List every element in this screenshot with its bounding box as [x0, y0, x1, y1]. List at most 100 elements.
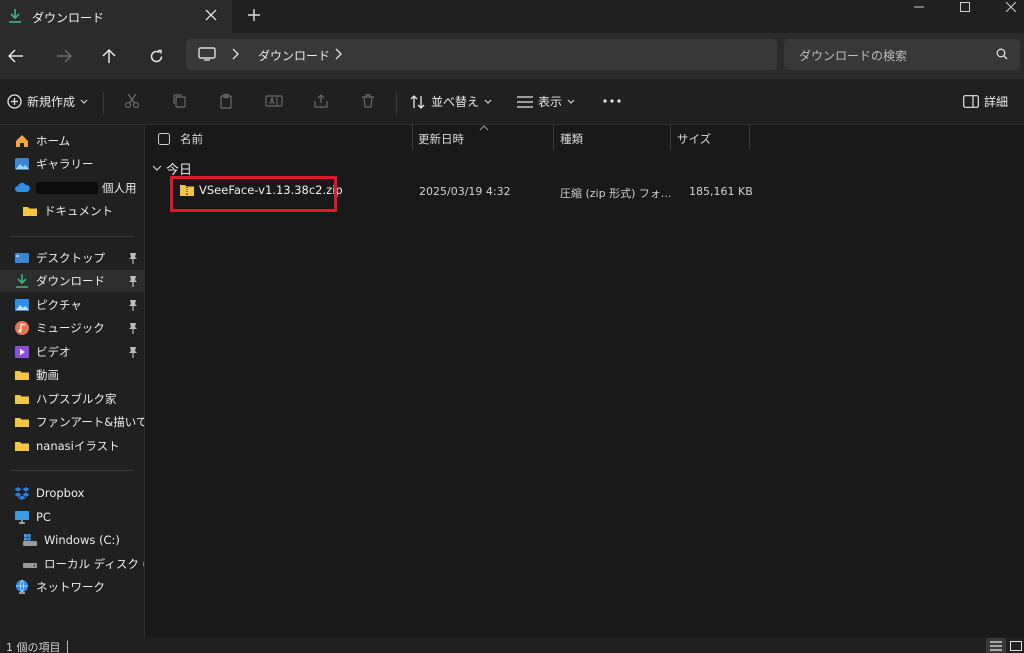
sidebar-item-documents[interactable]: ドキュメント [0, 200, 144, 222]
copy-icon[interactable] [171, 93, 187, 109]
folder-icon [22, 203, 38, 219]
sidebar-item-music[interactable]: ミュージック [0, 317, 144, 339]
refresh-icon[interactable] [145, 45, 167, 67]
sidebar-item-folder-douga[interactable]: 動画 [0, 364, 144, 386]
column-header-date[interactable]: 更新日時 [418, 128, 464, 150]
breadcrumb-downloads[interactable]: ダウンロード [258, 47, 330, 64]
search-input[interactable]: ダウンロードの検索 [799, 47, 907, 64]
minimize-icon[interactable] [896, 0, 942, 14]
sidebar-item-network[interactable]: ネットワーク [0, 576, 144, 598]
pin-icon[interactable] [128, 346, 138, 358]
forward-arrow-icon[interactable] [53, 45, 75, 67]
folder-icon [14, 391, 30, 407]
pin-icon[interactable] [128, 275, 138, 287]
details-pane-button[interactable]: 詳細 [963, 93, 1008, 110]
new-tab-icon[interactable] [247, 8, 261, 22]
sidebar-item-pc[interactable]: PC [0, 506, 144, 528]
chevron-right-icon[interactable] [231, 48, 239, 60]
sort-chevron-icon [479, 125, 489, 131]
chevron-down-icon [80, 99, 88, 105]
status-bar: 1 個の項目 │ [0, 637, 1024, 653]
tab-title: ダウンロード [32, 11, 105, 25]
windows-drive-icon [22, 532, 38, 548]
paste-icon[interactable] [218, 93, 234, 109]
search-icon[interactable] [996, 48, 1008, 60]
sidebar-item-home[interactable]: ホーム [0, 130, 144, 152]
sort-button-label: 並べ替え [431, 95, 480, 109]
pin-icon[interactable] [128, 299, 138, 311]
chevron-down-icon [152, 165, 162, 172]
toolbar-divider [396, 92, 397, 114]
sidebar-item-desktop[interactable]: デスクトップ [0, 247, 144, 269]
video-icon [14, 344, 30, 360]
folder-icon [14, 414, 30, 430]
sidebar-item-drive-c[interactable]: Windows (C:) [0, 529, 144, 551]
sidebar-item-folder-nanasi[interactable]: nanasiイラスト [0, 435, 144, 457]
column-divider[interactable] [412, 125, 413, 150]
item-count: 1 個の項目 │ [6, 641, 71, 653]
navigation-bar: ダウンロード ダウンロードの検索 [0, 33, 1024, 79]
desktop-icon [14, 250, 30, 266]
toolbar-divider [103, 92, 104, 114]
network-icon [14, 579, 30, 595]
cut-icon[interactable] [124, 93, 140, 109]
folder-icon [14, 438, 30, 454]
column-divider[interactable] [670, 125, 671, 150]
sidebar-item-gallery[interactable]: ギャラリー [0, 153, 144, 175]
sidebar-item-folder-habsburg[interactable]: ハプスブルク家 [0, 388, 144, 410]
home-icon [14, 133, 30, 149]
rename-icon[interactable] [265, 93, 283, 109]
details-pane-icon [963, 95, 979, 108]
highlight-box [170, 176, 337, 212]
file-size: 185,161 KB [689, 185, 753, 198]
sort-arrows-icon [410, 94, 426, 109]
sidebar-item-onedrive-personal[interactable]: 個人用 [0, 177, 144, 199]
sidebar-item-dropbox[interactable]: Dropbox [0, 482, 144, 504]
close-tab-icon[interactable] [205, 9, 217, 21]
close-window-icon[interactable] [988, 0, 1024, 14]
download-icon [8, 8, 22, 24]
sidebar-divider [10, 470, 134, 471]
column-header-type[interactable]: 種類 [560, 128, 583, 150]
download-icon [14, 273, 30, 289]
sort-button[interactable]: 並べ替え [410, 93, 492, 110]
column-divider[interactable] [553, 125, 554, 150]
chevron-right-icon[interactable] [334, 48, 342, 60]
cloud-icon [14, 180, 30, 196]
music-icon [14, 320, 30, 336]
file-date: 2025/03/19 4:32 [419, 185, 511, 198]
back-arrow-icon[interactable] [5, 45, 27, 67]
up-arrow-icon[interactable] [98, 45, 120, 67]
tab-downloads[interactable]: ダウンロード [0, 0, 232, 33]
trash-icon[interactable] [360, 93, 376, 109]
new-button[interactable]: 新規作成 [7, 93, 88, 110]
sidebar-item-downloads[interactable]: ダウンロード [0, 270, 144, 292]
column-header-name[interactable]: 名前 [180, 128, 203, 150]
view-button-label: 表示 [538, 95, 563, 109]
sidebar-divider [10, 236, 134, 237]
tiles-view-icon[interactable] [1006, 638, 1024, 653]
chevron-down-icon [567, 99, 575, 105]
sidebar-item-pictures[interactable]: ピクチャ [0, 294, 144, 316]
column-header-size[interactable]: サイズ [677, 128, 711, 150]
pin-icon[interactable] [128, 322, 138, 334]
new-button-label: 新規作成 [27, 95, 76, 109]
search-box[interactable]: ダウンロードの検索 [784, 39, 1020, 70]
maximize-icon[interactable] [942, 0, 988, 14]
gallery-icon [14, 156, 30, 172]
share-icon[interactable] [313, 93, 329, 109]
navigation-pane: ホーム ギャラリー 個人用 ドキュメント デスクトップ ダウンロード ピクチャ … [0, 125, 145, 637]
column-divider[interactable] [749, 125, 750, 150]
sidebar-item-videos[interactable]: ビデオ [0, 341, 144, 363]
select-all-checkbox[interactable] [158, 128, 170, 150]
more-options-icon[interactable] [603, 99, 621, 103]
command-bar: 新規作成 並べ替え 表示 詳細 [0, 79, 1024, 125]
details-pane-label: 詳細 [984, 95, 1009, 109]
file-type: 圧縮 (zip 形式) フォ... [560, 187, 672, 200]
pin-icon[interactable] [128, 252, 138, 264]
sidebar-item-drive-d[interactable]: ローカル ディスク (D:) [0, 553, 144, 575]
details-view-icon[interactable] [986, 638, 1006, 653]
sidebar-item-folder-fanart[interactable]: ファンアート&描いてもら [0, 411, 144, 433]
view-button[interactable]: 表示 [517, 93, 575, 110]
address-bar[interactable]: ダウンロード [186, 39, 777, 70]
